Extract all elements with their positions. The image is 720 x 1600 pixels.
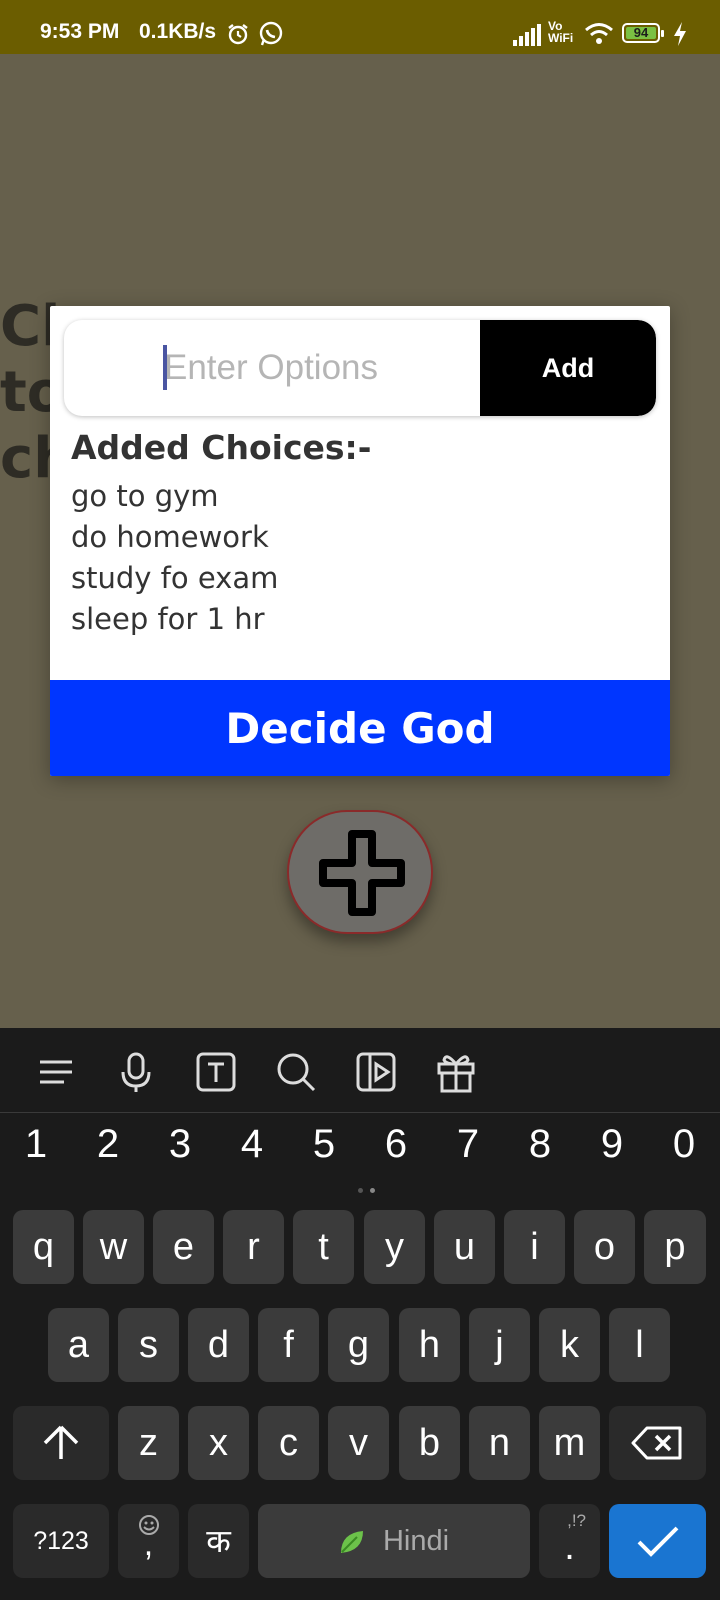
page-indicator [356, 1188, 380, 1196]
key-n[interactable]: n [469, 1406, 530, 1480]
status-bar: 9:53 PM 0.1KB/s Vo WiFi 94 [0, 0, 720, 54]
key-h[interactable]: h [399, 1308, 460, 1382]
choice-list: go to gym do homework study fo exam slee… [71, 476, 278, 640]
charging-icon [674, 22, 686, 46]
network-speed: 0.1KB/s [139, 20, 217, 43]
battery-level: 94 [633, 25, 649, 40]
key-y[interactable]: y [364, 1210, 425, 1284]
key-w[interactable]: w [83, 1210, 144, 1284]
key-q[interactable]: q [13, 1210, 74, 1284]
language-key[interactable]: क [188, 1504, 249, 1578]
period-key[interactable]: ,!? . [539, 1504, 600, 1578]
option-input[interactable] [64, 320, 480, 416]
period-label: . [564, 1526, 575, 1568]
emoji-comma-key[interactable]: , [118, 1504, 179, 1578]
key-6[interactable]: 6 [360, 1114, 432, 1174]
key-2[interactable]: 2 [72, 1114, 144, 1174]
whatsapp-icon [259, 21, 283, 46]
key-v[interactable]: v [328, 1406, 389, 1480]
video-sticker-icon[interactable] [354, 1050, 398, 1094]
vowifi-label: Vo WiFi [548, 19, 574, 45]
plus-icon [319, 830, 405, 916]
add-choice-fab[interactable] [287, 810, 433, 934]
key-9[interactable]: 9 [576, 1114, 648, 1174]
key-z[interactable]: z [118, 1406, 179, 1480]
battery-indicator: 94 [622, 23, 664, 43]
key-t[interactable]: t [293, 1210, 354, 1284]
search-icon[interactable] [274, 1050, 318, 1094]
choice-item: go to gym [71, 479, 219, 513]
done-key[interactable] [609, 1504, 706, 1578]
decide-button[interactable]: Decide God [50, 680, 670, 776]
status-time: 9:53 PM [40, 20, 120, 43]
key-3[interactable]: 3 [144, 1114, 216, 1174]
wifi-icon [585, 23, 613, 44]
microphone-icon[interactable] [114, 1050, 158, 1094]
options-dialog: Add Added Choices:- go to gym do homewor… [50, 306, 670, 776]
key-k[interactable]: k [539, 1308, 600, 1382]
leaf-icon [340, 1531, 363, 1554]
text-cursor [163, 345, 167, 390]
shift-icon [43, 1425, 79, 1459]
backspace-icon [631, 1426, 682, 1460]
key-8[interactable]: 8 [504, 1114, 576, 1174]
shift-key[interactable] [13, 1406, 109, 1480]
backspace-key[interactable] [609, 1406, 706, 1480]
key-p[interactable]: p [644, 1210, 706, 1284]
menu-icon[interactable] [34, 1050, 78, 1094]
add-button[interactable]: Add [480, 320, 656, 416]
soft-keyboard: 1 2 3 4 5 6 7 8 9 0 q w e r t y u i o p … [0, 1028, 720, 1600]
signal-icon [513, 24, 541, 46]
key-l[interactable]: l [609, 1308, 670, 1382]
choice-item: study fo exam [71, 561, 279, 595]
symbols-key[interactable]: ?123 [13, 1504, 109, 1578]
key-i[interactable]: i [504, 1210, 565, 1284]
key-r[interactable]: r [223, 1210, 284, 1284]
key-x[interactable]: x [188, 1406, 249, 1480]
gift-icon[interactable] [434, 1050, 478, 1094]
checkmark-icon [637, 1526, 679, 1557]
key-c[interactable]: c [258, 1406, 319, 1480]
key-f[interactable]: f [258, 1308, 319, 1382]
key-5[interactable]: 5 [288, 1114, 360, 1174]
key-g[interactable]: g [328, 1308, 389, 1382]
number-row: 1 2 3 4 5 6 7 8 9 0 [0, 1114, 720, 1174]
choices-title: Added Choices:- [71, 428, 372, 467]
key-o[interactable]: o [574, 1210, 635, 1284]
alarm-icon [228, 24, 248, 45]
space-key[interactable]: Hindi [258, 1504, 530, 1578]
key-u[interactable]: u [434, 1210, 495, 1284]
option-input-row: Add [64, 320, 656, 416]
key-4[interactable]: 4 [216, 1114, 288, 1174]
comma-label: , [143, 1525, 154, 1563]
choice-item: do homework [71, 520, 269, 554]
key-m[interactable]: m [539, 1406, 600, 1480]
key-0[interactable]: 0 [648, 1114, 720, 1174]
keyboard-toolbar [0, 1028, 720, 1113]
key-j[interactable]: j [469, 1308, 530, 1382]
key-1[interactable]: 1 [0, 1114, 72, 1174]
choice-item: sleep for 1 hr [71, 602, 265, 636]
key-a[interactable]: a [48, 1308, 109, 1382]
key-7[interactable]: 7 [432, 1114, 504, 1174]
key-e[interactable]: e [153, 1210, 214, 1284]
key-s[interactable]: s [118, 1308, 179, 1382]
space-label: Hindi [382, 1525, 450, 1557]
key-d[interactable]: d [188, 1308, 249, 1382]
text-format-icon[interactable] [194, 1050, 238, 1094]
key-b[interactable]: b [399, 1406, 460, 1480]
